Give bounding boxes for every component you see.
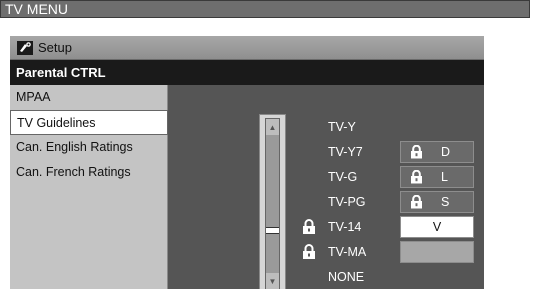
sidebar-menu: MPAA TV Guidelines Can. English Ratings … xyxy=(10,85,168,289)
rating-tv-y[interactable]: TV-Y xyxy=(328,115,356,139)
scrollbar-thumb[interactable] xyxy=(266,227,279,234)
content-flag-label: L xyxy=(441,170,448,184)
ratings-panel: ▲ ▼ TV-Y TV-Y7 TV-G TV-PG TV-14 TV-MA NO… xyxy=(168,85,484,289)
content-flag-label: S xyxy=(441,195,450,209)
content-flag-l[interactable]: L xyxy=(400,166,474,188)
window-title: TV MENU xyxy=(5,1,68,17)
scrollbar-track[interactable]: ▲ ▼ xyxy=(265,118,280,289)
content-flag-s[interactable]: S xyxy=(400,191,474,213)
rating-tv-14[interactable]: TV-14 xyxy=(328,215,361,239)
content-flag-d[interactable]: D xyxy=(400,141,474,163)
tv-menu-screen: Setup Parental CTRL MPAA TV Guidelines C… xyxy=(10,36,484,289)
rating-none[interactable]: NONE xyxy=(328,265,364,289)
setup-label: Setup xyxy=(38,39,72,55)
arrow-up-icon[interactable]: ▲ xyxy=(266,119,279,135)
arrow-down-icon[interactable]: ▼ xyxy=(266,273,279,289)
rating-tv-ma[interactable]: TV-MA xyxy=(328,240,366,264)
rating-tv-g[interactable]: TV-G xyxy=(328,165,357,189)
content-flag-v[interactable]: V xyxy=(400,216,474,238)
setup-tool-icon xyxy=(16,39,34,57)
window-title-bar: TV MENU xyxy=(0,0,530,18)
lock-icon xyxy=(410,170,423,184)
lock-icon xyxy=(410,145,423,159)
content-flag-label: D xyxy=(441,145,451,159)
section-title: Parental CTRL xyxy=(10,60,484,85)
rating-tv-y7[interactable]: TV-Y7 xyxy=(328,140,363,164)
ratings-scrollbar[interactable]: ▲ ▼ xyxy=(259,114,286,289)
rating-tv-pg[interactable]: TV-PG xyxy=(328,190,366,214)
lock-icon xyxy=(302,244,316,260)
lock-icon xyxy=(410,195,423,209)
sidebar-item-mpaa[interactable]: MPAA xyxy=(10,85,167,110)
content-flag-empty[interactable] xyxy=(400,241,474,263)
setup-header: Setup xyxy=(10,36,484,60)
sidebar-item-can-french-ratings[interactable]: Can. French Ratings xyxy=(10,160,167,185)
lock-icon xyxy=(302,219,316,235)
sidebar-item-can-english-ratings[interactable]: Can. English Ratings xyxy=(10,135,167,160)
sidebar-item-tv-guidelines[interactable]: TV Guidelines xyxy=(10,110,168,135)
